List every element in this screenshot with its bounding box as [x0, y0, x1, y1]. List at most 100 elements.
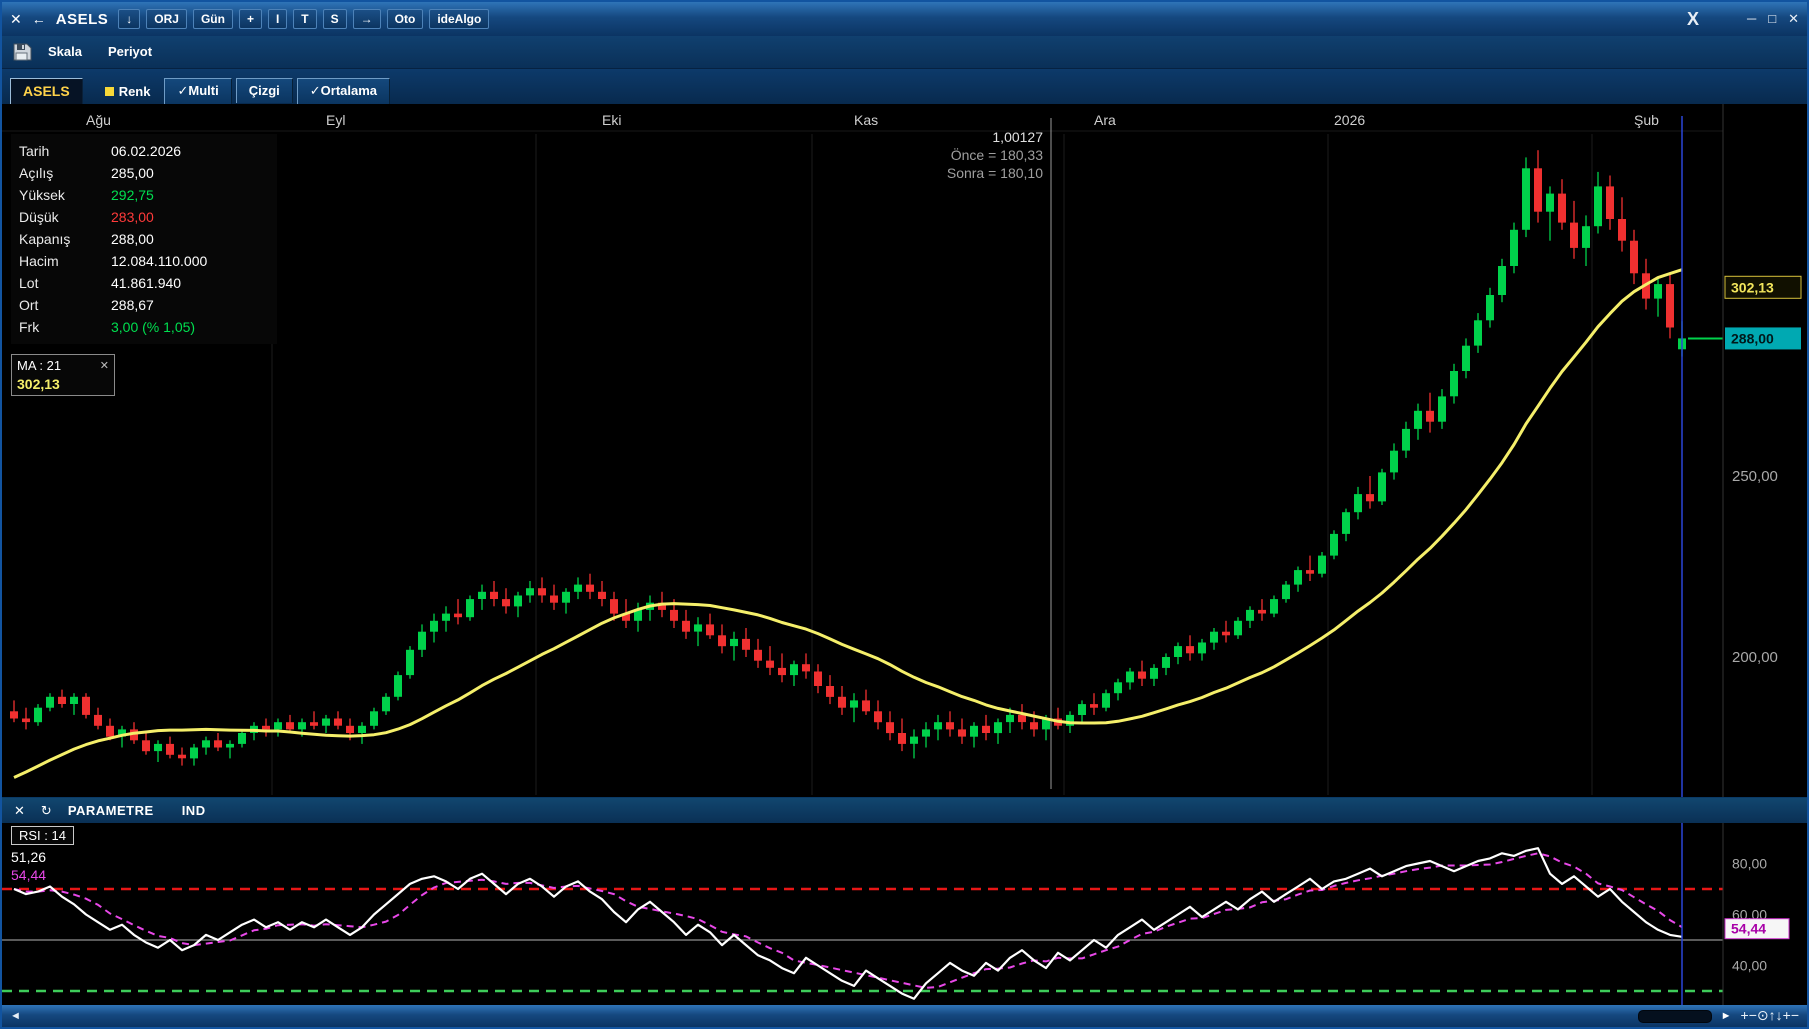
back-arrow-icon[interactable]: ←	[32, 11, 46, 27]
quote-row-ort: Ort288,67	[19, 294, 269, 316]
toolbar-button-oto[interactable]: Oto	[387, 9, 424, 29]
maximize-button[interactable]: □	[1768, 11, 1776, 26]
svg-text:1,00127: 1,00127	[992, 129, 1043, 145]
renk-label: Renk	[119, 84, 151, 99]
svg-text:Eyl: Eyl	[326, 112, 345, 128]
quote-info-panel: Tarih06.02.2026Açılış285,00Yüksek292,75D…	[11, 134, 277, 344]
quote-label: Ort	[19, 294, 111, 316]
zoom-tool-icon-5[interactable]: +	[1783, 1007, 1791, 1023]
toolbar-button-idealgo[interactable]: ideAlgo	[429, 9, 489, 29]
toolbar-button-gün[interactable]: Gün	[193, 9, 233, 29]
down-arrow-button[interactable]: ↓	[118, 9, 140, 29]
quote-label: Kapanış	[19, 228, 111, 250]
svg-text:Ara: Ara	[1094, 112, 1116, 128]
parametre-button[interactable]: PARAMETRE	[68, 803, 154, 818]
quote-value: 283,00	[111, 206, 269, 228]
quote-label: Frk	[19, 316, 111, 338]
rsi-period-label[interactable]: RSI : 14	[11, 826, 74, 845]
zoom-tool-icon-0[interactable]: +	[1741, 1007, 1749, 1023]
rsi-panel[interactable]: 80,0060,0040,0054,44 RSI : 14 51,26 54,4…	[2, 823, 1807, 1005]
svg-text:80,00: 80,00	[1732, 856, 1767, 872]
tab-ortalama[interactable]: ✓Ortalama	[297, 78, 390, 104]
zoom-tool-icon-6[interactable]: −	[1791, 1007, 1799, 1023]
toolbar-buttons: ORJ Gün + ITS → OtoideAlgo	[146, 9, 495, 29]
quote-label: Hacim	[19, 250, 111, 272]
zoom-tools: +−⊙↑↓+−	[1741, 1007, 1799, 1025]
save-icon[interactable]	[12, 43, 32, 61]
indicator-refresh-icon[interactable]: ↻	[41, 803, 52, 819]
ma-value: 302,13	[17, 375, 109, 393]
svg-text:Eki: Eki	[602, 112, 621, 128]
x-logo: X	[1687, 9, 1699, 30]
scroll-right-icon[interactable]: ►	[1721, 1010, 1732, 1022]
quote-row-kapanış: Kapanış288,00	[19, 228, 269, 250]
close-button[interactable]: ✕	[1788, 11, 1799, 26]
bottom-scroll-bar: ◄ ► +−⊙↑↓+−	[2, 1005, 1807, 1027]
zoom-tool-icon-3[interactable]: ↑	[1769, 1007, 1776, 1023]
rsi-legend: RSI : 14 51,26 54,44	[11, 826, 74, 883]
tab-çizgi[interactable]: Çizgi	[236, 78, 293, 103]
quote-row-frk: Frk3,00 (% 1,05)	[19, 316, 269, 338]
quote-row-hacim: Hacim12.084.110.000	[19, 250, 269, 272]
toolbar-button-s[interactable]: S	[323, 9, 347, 29]
zoom-tool-icon-2[interactable]: ⊙	[1757, 1007, 1769, 1023]
tab-asels[interactable]: ASELS	[10, 78, 83, 104]
renk-button[interactable]: Renk	[105, 84, 151, 99]
quote-value: 06.02.2026	[111, 140, 269, 162]
quote-label: Açılış	[19, 162, 111, 184]
svg-text:54,44: 54,44	[1731, 921, 1766, 937]
quote-row-açılış: Açılış285,00	[19, 162, 269, 184]
price-chart-panel[interactable]: AğuEylEkiKasAra2026Şub1,00127Önce = 180,…	[2, 104, 1807, 797]
option-tabs: ✓MultiÇizgi✓Ortalama	[164, 78, 394, 104]
scroll-left-icon[interactable]: ◄	[10, 1010, 21, 1022]
toolbar-button-i[interactable]: I	[268, 9, 287, 29]
svg-text:302,13: 302,13	[1731, 279, 1774, 295]
symbol-title: ASELS	[56, 11, 109, 28]
app-window: ✕ ← ASELS ↓ ORJGün+ITS→OtoideAlgo X ─□✕ …	[0, 0, 1809, 1029]
quote-label: Tarih	[19, 140, 111, 162]
svg-text:Ağu: Ağu	[86, 112, 111, 128]
svg-text:Önce = 180,33: Önce = 180,33	[951, 146, 1043, 163]
toolbar-button-→[interactable]: →	[353, 9, 381, 29]
svg-text:250,00: 250,00	[1732, 468, 1778, 485]
menu-periyot[interactable]: Periyot	[108, 44, 152, 59]
ma-close-icon[interactable]: ✕	[100, 357, 109, 375]
toolbar-button-orj[interactable]: ORJ	[146, 9, 187, 29]
bottombar-right: ► +−⊙↑↓+−	[1638, 1007, 1799, 1025]
quote-value: 292,75	[111, 184, 269, 206]
quote-value: 3,00 (% 1,05)	[111, 316, 269, 338]
toolbar-button-t[interactable]: T	[293, 9, 316, 29]
rsi-chart[interactable]: 80,0060,0040,0054,44	[2, 823, 1807, 1005]
svg-text:40,00: 40,00	[1732, 958, 1767, 974]
ind-button[interactable]: IND	[182, 803, 206, 818]
zoom-tool-icon-4[interactable]: ↓	[1776, 1007, 1783, 1023]
tab-bar: ASELS Renk ✓MultiÇizgi✓Ortalama	[2, 69, 1807, 104]
close-chart-icon[interactable]: ✕	[10, 11, 22, 28]
quote-label: Lot	[19, 272, 111, 294]
menu-skala[interactable]: Skala	[48, 44, 82, 59]
rsi-value: 51,26	[11, 849, 74, 865]
svg-text:Şub: Şub	[1634, 112, 1659, 128]
tab-multi[interactable]: ✓Multi	[164, 78, 231, 104]
svg-text:288,00: 288,00	[1731, 330, 1774, 346]
quote-label: Yüksek	[19, 184, 111, 206]
zoom-tool-icon-1[interactable]: −	[1749, 1007, 1757, 1023]
minimize-button[interactable]: ─	[1747, 11, 1756, 26]
color-swatch-icon	[105, 87, 114, 96]
rsi-ma-value: 54,44	[11, 867, 74, 883]
ma-indicator-box[interactable]: MA : 21 ✕ 302,13	[11, 354, 115, 396]
ma-label: MA : 21	[17, 357, 61, 375]
toolbar-button-+[interactable]: +	[239, 9, 262, 29]
quote-row-yüksek: Yüksek292,75	[19, 184, 269, 206]
indicator-close-icon[interactable]: ✕	[14, 803, 25, 819]
title-bar: ✕ ← ASELS ↓ ORJ Gün + ITS → OtoideAlgo X ─ □ ✕	[2, 2, 1807, 36]
indicator-header-bar: ✕ ↻ PARAMETRE IND	[2, 797, 1807, 823]
scrollbar-thumb[interactable]	[1638, 1010, 1712, 1023]
quote-value: 288,67	[111, 294, 269, 316]
menu-items: Skala Periyot	[48, 43, 178, 61]
quote-row-lot: Lot41.861.940	[19, 272, 269, 294]
quote-row-düşük: Düşük283,00	[19, 206, 269, 228]
quote-row-tarih: Tarih06.02.2026	[19, 140, 269, 162]
quote-info-rows: Tarih06.02.2026Açılış285,00Yüksek292,75D…	[19, 140, 269, 338]
window-controls: ─ □ ✕	[1735, 10, 1799, 28]
